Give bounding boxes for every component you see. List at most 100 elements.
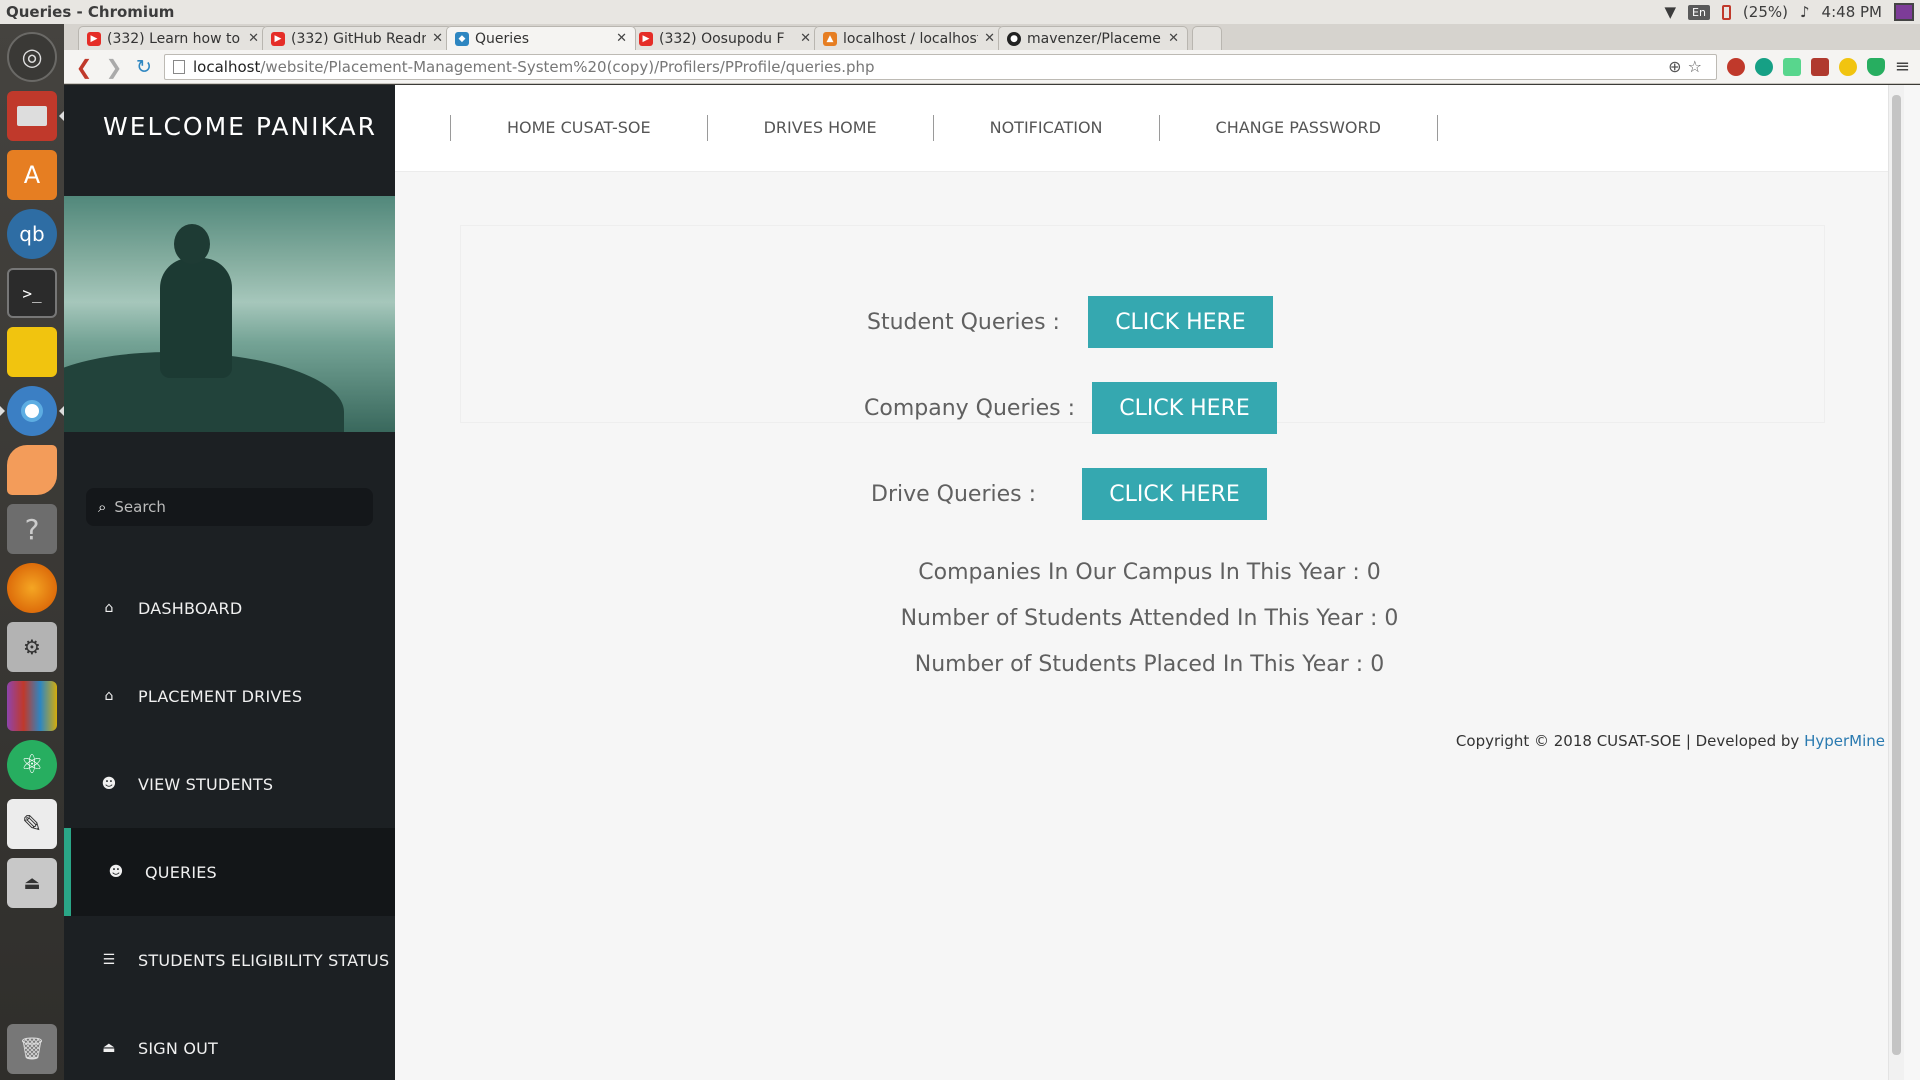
tab-title: (332) Oosupodu F xyxy=(659,30,785,47)
sidebar-item-label: SIGN OUT xyxy=(138,1038,219,1058)
sidebar-item-dashboard[interactable]: ⌂ DASHBOARD xyxy=(64,564,395,652)
search-input[interactable] xyxy=(114,498,335,516)
company-queries-row: Company Queries : CLICK HERE xyxy=(864,382,1278,434)
tab-title: (332) Learn how to xyxy=(107,30,241,47)
sidebar-item-label: VIEW STUDENTS xyxy=(138,774,274,794)
nav-drives-home[interactable]: DRIVES HOME xyxy=(706,115,933,141)
system-top-bar: Queries - Chromium ▼ En (25%) ♪ 4:48 PM xyxy=(0,0,1920,24)
forward-icon[interactable]: ❯ xyxy=(104,55,124,79)
files-icon[interactable] xyxy=(7,91,64,141)
page-icon[interactable] xyxy=(173,59,185,74)
sidebar-menu: ⌂ DASHBOARD ⌂ PLACEMENT DRIVES ☻ VIEW ST… xyxy=(64,564,395,1080)
clock[interactable]: 4:48 PM xyxy=(1822,3,1882,21)
grammarly-icon[interactable] xyxy=(1754,57,1773,76)
student-queries-row: Student Queries : CLICK HERE xyxy=(867,296,1273,348)
browser-tab[interactable]: ● mavenzer/Placemen ✕ xyxy=(998,26,1188,50)
bootstrap-icon: ◆ xyxy=(455,31,469,46)
zoom-icon[interactable]: ⊕ xyxy=(1668,57,1687,76)
extension-check-icon[interactable] xyxy=(1838,57,1857,76)
drive-queries-label: Drive Queries : xyxy=(871,481,1036,507)
nav-notification[interactable]: NOTIFICATION xyxy=(932,115,1159,141)
nav-change-password[interactable]: CHANGE PASSWORD xyxy=(1158,115,1438,141)
close-icon[interactable]: ✕ xyxy=(984,31,995,46)
close-icon[interactable]: ✕ xyxy=(248,31,259,46)
web-page: WELCOME PANIKAR ⌕ ⌂ DASHBOARD ⌂ PLACEMEN… xyxy=(64,85,1920,1080)
browser-menu-icon[interactable]: ≡ xyxy=(1895,56,1910,77)
tab-title: (332) GitHub Readm xyxy=(291,30,427,47)
student-queries-label: Student Queries : xyxy=(867,309,1060,335)
developer-link[interactable]: HyperMine xyxy=(1804,732,1885,750)
orange-app-icon[interactable] xyxy=(7,445,57,495)
trash-icon[interactable]: 🗑 xyxy=(7,1024,57,1074)
sidebar-item-label: QUERIES xyxy=(145,862,217,882)
students-attended-stat: Number of Students Attended In This Year… xyxy=(900,606,1399,631)
company-queries-label: Company Queries : xyxy=(864,395,1076,421)
extension-shield-icon[interactable] xyxy=(1866,57,1885,76)
page-scrollbar[interactable] xyxy=(1888,85,1904,1080)
copyright-text: Copyright © 2018 CUSAT-SOE | Developed b… xyxy=(1455,732,1805,750)
library-icon[interactable] xyxy=(7,681,57,731)
wifi-icon[interactable]: ▼ xyxy=(1664,3,1676,21)
adblock-icon[interactable] xyxy=(1726,57,1745,76)
system-tray: ▼ En (25%) ♪ 4:48 PM xyxy=(1664,3,1920,21)
browser-tab[interactable]: ▶ (332) Oosupodu F ✕ xyxy=(630,26,820,50)
text-editor-icon[interactable]: ✎ xyxy=(7,799,57,849)
browser-tab[interactable]: ▲ localhost / localhost ✕ xyxy=(814,26,1004,50)
browser-tab[interactable]: ▶ (332) Learn how to ✕ xyxy=(78,26,268,50)
student-queries-button[interactable]: CLICK HERE xyxy=(1087,296,1273,348)
extension-inbox-icon[interactable] xyxy=(1782,57,1801,76)
sidebar-item-placement-drives[interactable]: ⌂ PLACEMENT DRIVES xyxy=(64,652,395,740)
qbittorrent-icon[interactable]: qb xyxy=(7,209,57,259)
dash-icon[interactable]: ◎ xyxy=(7,32,57,82)
drive-queries-button[interactable]: CLICK HERE xyxy=(1082,468,1267,520)
back-icon[interactable]: ❮ xyxy=(74,55,94,79)
sidebar: WELCOME PANIKAR ⌕ ⌂ DASHBOARD ⌂ PLACEMEN… xyxy=(64,85,395,1080)
tab-title: mavenzer/Placemen xyxy=(1027,30,1163,47)
eject-icon: ⏏ xyxy=(102,1040,116,1056)
system-settings-icon[interactable]: ⚙ xyxy=(7,622,57,672)
browser-tab-active[interactable]: ◆ Queries ✕ xyxy=(446,26,636,50)
chromium-icon[interactable] xyxy=(0,386,64,436)
browser-tab[interactable]: ▶ (332) GitHub Readm ✕ xyxy=(262,26,452,50)
sidebar-item-queries[interactable]: ☻ QUERIES xyxy=(64,828,395,916)
users-icon: ☻ xyxy=(108,864,124,880)
battery-icon[interactable] xyxy=(1721,4,1731,20)
new-tab-button[interactable] xyxy=(1192,26,1222,50)
youtube-icon: ▶ xyxy=(639,31,653,46)
sidebar-item-eligibility-status[interactable]: ☰ STUDENTS ELIGIBILITY STATUS xyxy=(64,916,395,1004)
app-launcher: ◎ A qb >_ ? ⚙ ⚛ ✎ ⏏ 🗑 xyxy=(0,24,64,1080)
software-center-icon[interactable]: A xyxy=(7,150,57,200)
address-bar[interactable]: localhost /website/Placement-Management-… xyxy=(164,53,1717,80)
profile-banner-image xyxy=(64,196,395,432)
sidebar-item-view-students[interactable]: ☻ VIEW STUDENTS xyxy=(64,740,395,828)
terminal-icon[interactable]: >_ xyxy=(7,268,57,318)
battery-percent: (25%) xyxy=(1742,3,1788,21)
keyboard-layout-indicator[interactable]: En xyxy=(1688,4,1710,20)
top-navigation: HOME CUSAT-SOE DRIVES HOME NOTIFICATION … xyxy=(395,85,1904,172)
nav-home-cusat-soe[interactable]: HOME CUSAT-SOE xyxy=(450,115,707,141)
sticky-notes-icon[interactable] xyxy=(7,327,57,377)
sliders-icon: ☰ xyxy=(102,952,116,968)
search-icon: ⌕ xyxy=(98,498,107,516)
reload-icon[interactable]: ↻ xyxy=(134,56,154,78)
close-icon[interactable]: ✕ xyxy=(432,31,443,46)
company-queries-button[interactable]: CLICK HERE xyxy=(1092,382,1278,434)
companies-count-stat: Companies In Our Campus In This Year : 0 xyxy=(918,560,1381,585)
bookmark-star-icon[interactable]: ☆ xyxy=(1688,57,1708,76)
drive-icon[interactable]: ⏏ xyxy=(7,858,57,908)
close-icon[interactable]: ✕ xyxy=(800,31,811,46)
sidebar-item-sign-out[interactable]: ⏏ SIGN OUT xyxy=(64,1004,395,1080)
url-path: /website/Placement-Management-System%20(… xyxy=(260,57,875,76)
extension-video-icon[interactable] xyxy=(1810,57,1829,76)
volume-icon[interactable]: ♪ xyxy=(1800,3,1810,21)
firefox-icon[interactable] xyxy=(7,563,57,613)
close-icon[interactable]: ✕ xyxy=(1168,31,1179,46)
browser-toolbar: ❮ ❯ ↻ localhost /website/Placement-Manag… xyxy=(64,50,1920,84)
help-icon[interactable]: ? xyxy=(7,504,57,554)
youtube-icon: ▶ xyxy=(87,31,101,46)
youtube-icon: ▶ xyxy=(271,31,285,46)
sidebar-item-label: STUDENTS ELIGIBILITY STATUS xyxy=(138,950,390,970)
close-icon[interactable]: ✕ xyxy=(616,31,627,46)
atom-icon[interactable]: ⚛ xyxy=(7,740,57,790)
session-menu-icon[interactable] xyxy=(1894,3,1914,21)
